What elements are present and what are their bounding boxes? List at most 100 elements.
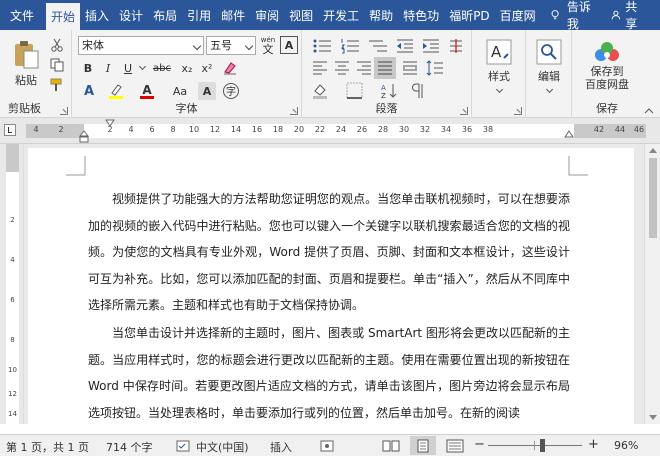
char-border-button[interactable]: A: [280, 36, 298, 54]
strikethrough-button[interactable]: abc: [150, 60, 174, 76]
paste-button[interactable]: 粘贴: [6, 34, 46, 94]
print-layout-icon[interactable]: [416, 439, 430, 453]
zoom-level[interactable]: 96%: [614, 439, 638, 452]
font-launcher-icon[interactable]: [290, 107, 298, 115]
tab-special[interactable]: 特色功: [398, 0, 444, 30]
horizontal-ruler[interactable]: 4 2 2 4 6 8 10 12 14 16 18 20 22 24 26 2…: [0, 118, 660, 144]
font-color-a: A: [142, 82, 152, 97]
proofing-icon[interactable]: [176, 440, 190, 452]
right-indent-marker[interactable]: [564, 130, 574, 139]
subscript-button[interactable]: x₂: [178, 60, 196, 76]
document-page[interactable]: 视频提供了功能强大的方法帮助您证明您的观点。当您单击联机视频时，可以在想要添加的…: [28, 148, 634, 424]
vertical-ruler[interactable]: 2 4 6 8 10 12 14: [0, 144, 24, 424]
tab-design[interactable]: 设计: [114, 0, 148, 30]
tab-references[interactable]: 引用: [182, 0, 216, 30]
clipboard-launcher-icon[interactable]: [60, 107, 68, 115]
phonetic-guide-button[interactable]: wén 文: [258, 34, 278, 56]
enclose-char-icon[interactable]: 字: [222, 82, 240, 100]
zoom-out-button[interactable]: −: [474, 437, 485, 452]
tab-mailings[interactable]: 邮件: [216, 0, 250, 30]
collapse-ribbon-icon[interactable]: [644, 107, 654, 115]
distributed-icon[interactable]: [402, 60, 418, 76]
clipboard-group: 粘贴 剪贴板: [0, 30, 72, 118]
multilevel-list-icon[interactable]: [368, 38, 388, 54]
borders-icon[interactable]: [346, 82, 364, 100]
underline-button[interactable]: U: [120, 60, 136, 76]
tab-layout[interactable]: 布局: [148, 0, 182, 30]
format-painter-icon[interactable]: [50, 78, 64, 92]
tab-selector-icon[interactable]: [4, 124, 16, 136]
superscript-button[interactable]: x²: [198, 60, 216, 76]
styles-button[interactable]: A 样式: [478, 34, 520, 96]
ribbon-tab-bar: 文件 开始 插入 设计 布局 引用 邮件 审阅 视图 开发工 帮助 特色功 福昕…: [0, 0, 660, 32]
cut-icon[interactable]: [50, 38, 64, 52]
left-indent-marker[interactable]: [79, 130, 89, 144]
paragraph-launcher-icon[interactable]: [460, 107, 468, 115]
margin-corner-top-right: [568, 156, 588, 176]
vruler-number: 12: [8, 390, 17, 398]
web-layout-icon[interactable]: [446, 439, 464, 453]
align-center-icon[interactable]: [334, 60, 350, 76]
bold-button[interactable]: B: [80, 60, 96, 76]
justify-icon[interactable]: [377, 60, 393, 76]
ruler-number: 16: [251, 125, 263, 134]
language[interactable]: 中文(中国): [196, 439, 249, 455]
font-size-combo[interactable]: 五号: [206, 36, 256, 55]
text-effects-button[interactable]: A: [80, 82, 98, 100]
save-to-baidu-button[interactable]: 保存到 百度网盘: [576, 34, 638, 96]
tab-help[interactable]: 帮助: [364, 0, 398, 30]
baidu-cloud-icon: [595, 42, 619, 61]
font-name-value: 宋体: [82, 39, 104, 52]
decrease-indent-icon[interactable]: [396, 38, 414, 54]
tab-review[interactable]: 审阅: [250, 0, 284, 30]
font-name-combo[interactable]: 宋体: [78, 36, 204, 55]
zoom-in-button[interactable]: +: [588, 437, 599, 452]
copy-icon[interactable]: [50, 58, 64, 72]
tab-view[interactable]: 视图: [284, 0, 318, 30]
sort-icon[interactable]: AZ: [380, 82, 398, 100]
vertical-scrollbar[interactable]: [644, 144, 660, 424]
change-case-button[interactable]: Aa: [168, 82, 192, 100]
zoom-slider-thumb[interactable]: [540, 439, 545, 452]
tell-me-button[interactable]: 告诉我: [541, 0, 602, 32]
styles-launcher-icon[interactable]: [514, 107, 522, 115]
ruler-number: 18: [272, 125, 284, 134]
ruler-number: 28: [377, 125, 389, 134]
zoom-slider-track[interactable]: [488, 445, 582, 446]
tab-file[interactable]: 文件: [0, 0, 46, 30]
font-color-button[interactable]: A: [138, 82, 156, 100]
tab-home[interactable]: 开始: [46, 3, 81, 30]
insert-mode[interactable]: 插入: [270, 439, 292, 455]
chinese-layout-icon[interactable]: [448, 38, 464, 54]
scroll-down-icon[interactable]: [649, 415, 657, 420]
highlight-icon[interactable]: [108, 82, 126, 100]
tab-insert[interactable]: 插入: [80, 0, 114, 30]
read-mode-icon[interactable]: [382, 439, 400, 453]
tab-baidu[interactable]: 百度网: [495, 0, 541, 30]
first-line-indent-marker[interactable]: [105, 119, 115, 127]
italic-button[interactable]: I: [100, 60, 116, 76]
align-right-icon[interactable]: [356, 60, 372, 76]
align-left-icon[interactable]: [312, 60, 328, 76]
macro-icon[interactable]: [320, 440, 334, 452]
scroll-up-icon[interactable]: [649, 148, 657, 153]
editing-button[interactable]: 编辑: [530, 34, 568, 96]
line-spacing-icon[interactable]: [426, 60, 444, 76]
word-count[interactable]: 714 个字: [106, 439, 153, 455]
show-marks-icon[interactable]: [410, 82, 426, 100]
page-count[interactable]: 第 1 页，共 1 页: [6, 439, 89, 455]
clear-format-icon[interactable]: [222, 60, 238, 76]
tab-developer[interactable]: 开发工: [318, 0, 364, 30]
scrollbar-thumb[interactable]: [649, 158, 657, 238]
font-group: 宋体 五号 wén 文 A B I U abc x₂ x² A A Aa A 字…: [72, 30, 302, 118]
increase-indent-icon[interactable]: [422, 38, 440, 54]
ruler-number: 4: [128, 125, 134, 134]
share-button[interactable]: 共享: [601, 0, 660, 32]
bullets-icon[interactable]: [312, 38, 332, 54]
shading-icon[interactable]: [312, 82, 330, 100]
tab-foxit[interactable]: 福昕PD: [444, 0, 494, 30]
numbering-icon[interactable]: [340, 38, 360, 54]
char-shading-button[interactable]: A: [198, 82, 216, 100]
underline-dropdown-icon[interactable]: [138, 60, 146, 76]
phonetic-char-label: 文: [262, 43, 274, 56]
